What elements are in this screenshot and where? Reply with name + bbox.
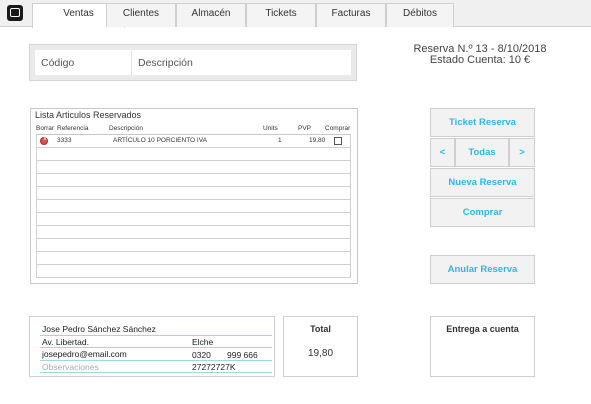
table-row-empty [36,187,351,200]
table-row-empty [36,252,351,265]
table-row-empty [36,226,351,239]
table-row-empty [36,265,351,278]
codigo-placeholder: Código [41,56,75,69]
tab-debitos-label: Débitos [403,8,437,19]
tab-debitos[interactable]: Débitos [386,3,454,27]
tab-tickets-label: Tickets [265,8,297,19]
obs-underline [40,372,272,373]
tab-almacen-label: Almacén [191,8,231,19]
col-referencia: Referencia [57,125,89,132]
table-row-empty [36,174,351,187]
descripcion-input[interactable]: Descripción [132,50,351,75]
nueva-reserva-button[interactable]: Nueva Reserva [430,168,535,197]
articles-table: 3333 ARTÍCULO 10 PORCIENTO IVA 1 19,80 [36,134,351,278]
todas-button[interactable]: Todas [455,138,509,167]
email-underline [40,360,272,361]
name-underline [40,335,272,336]
customer-address[interactable]: Av. Libertad. [42,337,89,347]
col-units: Units [263,125,278,132]
reserva-info: Reserva N.º 13 - 8/10/2018 Estado Cuenta… [400,44,560,66]
customer-email[interactable]: josepedro@email.com [42,349,127,359]
ticket-reserva-button[interactable]: Ticket Reserva [430,108,535,137]
table-row-empty [36,200,351,213]
tab-ventas-label: Ventas [63,8,94,19]
total-label: Total [310,324,331,334]
prev-button[interactable]: < [430,138,455,167]
reserved-articles-panel: Lista Articulos Reservados Borrar Refere… [30,108,358,284]
col-borrar: Borrar [36,125,55,132]
col-comprar: Comprar [325,125,351,132]
tab-clientes[interactable]: Clientes [106,3,176,27]
comprar-checkbox[interactable] [334,137,342,145]
search-fields: Código Descripción [35,50,351,75]
descripcion-placeholder: Descripción [138,56,193,69]
customer-phone[interactable]: 999 666 [227,350,258,360]
customer-panel: Jose Pedro Sánchez Sánchez Av. Libertad.… [29,316,275,377]
tab-tickets[interactable]: Tickets [246,3,316,27]
col-pvp: PVP [298,125,312,132]
customer-name[interactable]: Jose Pedro Sánchez Sánchez [42,324,156,334]
tab-clientes-label: Clientes [122,8,160,19]
row-pvp: 19,80 [309,137,326,144]
row-referencia: 3333 [57,137,72,144]
delete-icon[interactable] [40,136,49,145]
table-row[interactable]: 3333 ARTÍCULO 10 PORCIENTO IVA 1 19,80 [36,135,351,148]
estado-cuenta: Estado Cuenta: 10 € [429,54,531,66]
tab-almacen[interactable]: Almacén [176,3,246,27]
tab-facturas-label: Facturas [331,8,371,19]
col-descripcion: Descripción [109,125,143,132]
table-row-empty [36,148,351,161]
entrega-panel[interactable]: Entrega a cuenta [430,316,535,377]
row-descripcion: ARTÍCULO 10 PORCIENTO IVA [113,137,207,144]
list-title: Lista Articulos Reservados [35,110,142,120]
row-units: 1 [278,137,282,144]
next-button[interactable]: > [509,138,535,167]
table-row-empty [36,213,351,226]
codigo-input[interactable]: Código [35,50,132,75]
table-row-empty [36,239,351,252]
app-icon[interactable] [7,5,23,21]
customer-phone-prefix[interactable]: 0320 [192,350,211,360]
tab-facturas[interactable]: Facturas [316,3,386,27]
customer-id-number[interactable]: 27272727K [192,362,236,372]
customer-city[interactable]: Elche [192,337,213,347]
total-panel: Total 19,80 [283,316,358,377]
comprar-button[interactable]: Comprar [430,198,535,227]
table-row-empty [36,161,351,174]
observaciones-field[interactable]: Observaciones [42,362,99,372]
address-underline [40,347,272,348]
entrega-label: Entrega a cuenta [446,324,519,334]
total-value: 19,80 [307,348,334,359]
article-search-box: Código Descripción [29,44,357,81]
anular-reserva-button[interactable]: Anular Reserva [430,255,535,284]
top-tab-bar: Ventas Clientes Almacén Tickets Facturas… [0,0,591,28]
